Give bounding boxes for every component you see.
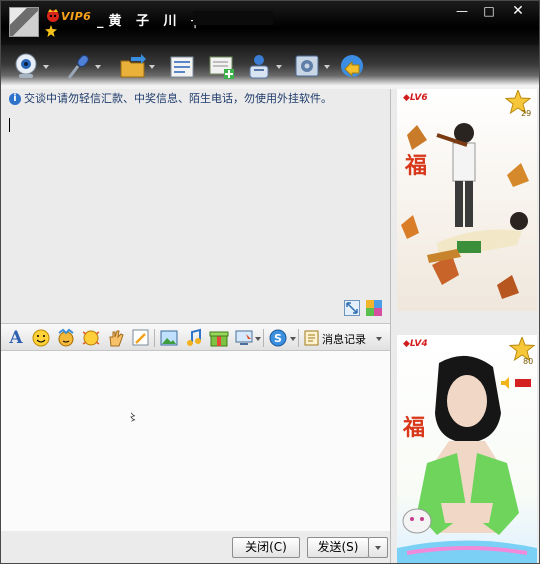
send-file-button[interactable] bbox=[119, 53, 159, 81]
magic-face-icon bbox=[58, 328, 74, 347]
text-caret bbox=[9, 118, 10, 132]
chat-window: VIP6 _黄 子 川 ╮ — □ ✕ i 交谈中请勿轻信汇款、中奖信息、陌生电… bbox=[0, 0, 540, 564]
paipai-button[interactable]: S bbox=[268, 328, 288, 348]
friend-qq-show[interactable]: ◆LV6 29 福 bbox=[397, 89, 537, 311]
app-settings-icon bbox=[295, 55, 319, 77]
title-bar[interactable]: VIP6 _黄 子 川 ╮ — □ ✕ bbox=[1, 1, 539, 45]
gift-button[interactable] bbox=[209, 328, 229, 348]
pencil-board-icon bbox=[132, 329, 149, 346]
svg-text:S: S bbox=[274, 332, 282, 345]
send-image-button[interactable] bbox=[159, 328, 179, 348]
voice-button[interactable] bbox=[65, 53, 105, 81]
history-button[interactable] bbox=[303, 328, 323, 348]
gesture-button[interactable] bbox=[106, 328, 126, 348]
chevron-down-icon bbox=[375, 546, 381, 550]
gift-icon bbox=[209, 331, 229, 347]
chat-toolbar bbox=[1, 45, 539, 89]
security-warning-text: 交谈中请勿轻信汇款、中奖信息、陌生电话，勿使用外挂软件。 bbox=[24, 92, 332, 105]
send-button[interactable]: 发送(S) bbox=[307, 537, 369, 558]
separator bbox=[298, 329, 299, 347]
avatar-show-illustration: 福 bbox=[397, 355, 537, 563]
separator bbox=[263, 329, 264, 347]
shake-window-button[interactable] bbox=[81, 328, 101, 348]
screenshot-icon bbox=[235, 330, 253, 345]
contact-nickname: _黄 子 川 ╮ bbox=[97, 14, 204, 29]
friend-level-badge: ◆LV6 bbox=[403, 93, 428, 103]
my-qq-show[interactable]: ◆LV4 80 福 bbox=[397, 335, 537, 563]
close-button[interactable]: 关闭(C) bbox=[232, 537, 300, 558]
shake-icon bbox=[82, 330, 100, 346]
bottom-action-bar: 关闭(C) 发送(S) bbox=[1, 531, 391, 563]
vip-crown-icon bbox=[47, 9, 59, 22]
star-icon bbox=[45, 25, 57, 37]
remote-assist-icon bbox=[341, 55, 363, 78]
hand-icon bbox=[109, 330, 124, 347]
microphone-icon bbox=[67, 54, 89, 79]
smiley-icon bbox=[32, 329, 50, 347]
maximize-button[interactable]: □ bbox=[478, 3, 500, 20]
transfer-file-icon bbox=[120, 54, 146, 78]
chevron-down-icon[interactable] bbox=[255, 337, 261, 341]
tenpay-icon: S bbox=[269, 329, 287, 347]
font-style-button[interactable]: A bbox=[6, 328, 26, 348]
avatar-show-illustration: 福 bbox=[401, 123, 529, 299]
scribble-button[interactable] bbox=[131, 328, 151, 348]
qq-show-panel: ◆LV6 29 福 ◆LV4 80 福 bbox=[391, 89, 539, 563]
close-window-button[interactable]: ✕ bbox=[507, 3, 529, 20]
create-group-icon bbox=[249, 55, 269, 79]
webcam-button[interactable] bbox=[13, 53, 53, 81]
send-sms-icon bbox=[209, 56, 234, 79]
picture-icon bbox=[160, 330, 178, 346]
sms-button[interactable] bbox=[208, 53, 248, 81]
svg-text:福: 福 bbox=[402, 415, 425, 441]
vip-level-label: VIP6 bbox=[61, 10, 92, 23]
screen-capture-button[interactable] bbox=[234, 328, 254, 348]
signature-text bbox=[193, 11, 273, 25]
message-input-area[interactable]: 〻 bbox=[1, 351, 391, 531]
music-note-icon bbox=[187, 328, 201, 346]
my-level-badge: ◆LV4 bbox=[403, 339, 428, 349]
remote-assist-button[interactable] bbox=[339, 53, 379, 81]
message-history-area[interactable]: i 交谈中请勿轻信汇款、中奖信息、陌生电话，勿使用外挂软件。 bbox=[1, 89, 391, 323]
chevron-down-icon[interactable] bbox=[290, 337, 296, 341]
theme-colors-icon[interactable] bbox=[366, 300, 382, 316]
info-icon: i bbox=[9, 93, 21, 105]
chevron-down-icon[interactable] bbox=[376, 337, 382, 341]
magic-face-button[interactable] bbox=[56, 328, 76, 348]
history-icon bbox=[304, 330, 319, 346]
email-button[interactable] bbox=[169, 53, 209, 81]
group-button[interactable] bbox=[246, 53, 286, 81]
input-toolbar: A S 消息记录 bbox=[1, 323, 391, 351]
svg-text:福: 福 bbox=[404, 153, 427, 179]
emoji-button[interactable] bbox=[31, 328, 51, 348]
send-options-button[interactable] bbox=[368, 537, 388, 558]
expand-view-icon[interactable] bbox=[344, 300, 360, 316]
contact-avatar[interactable] bbox=[9, 7, 39, 37]
mouse-cursor: 〻 bbox=[128, 413, 138, 424]
webcam-icon bbox=[15, 53, 37, 78]
separator bbox=[154, 329, 155, 347]
settings-button[interactable] bbox=[294, 53, 334, 81]
minimize-button[interactable]: — bbox=[451, 3, 473, 20]
history-label[interactable]: 消息记录 bbox=[322, 331, 366, 347]
send-email-icon bbox=[170, 56, 194, 78]
music-button[interactable] bbox=[184, 328, 204, 348]
